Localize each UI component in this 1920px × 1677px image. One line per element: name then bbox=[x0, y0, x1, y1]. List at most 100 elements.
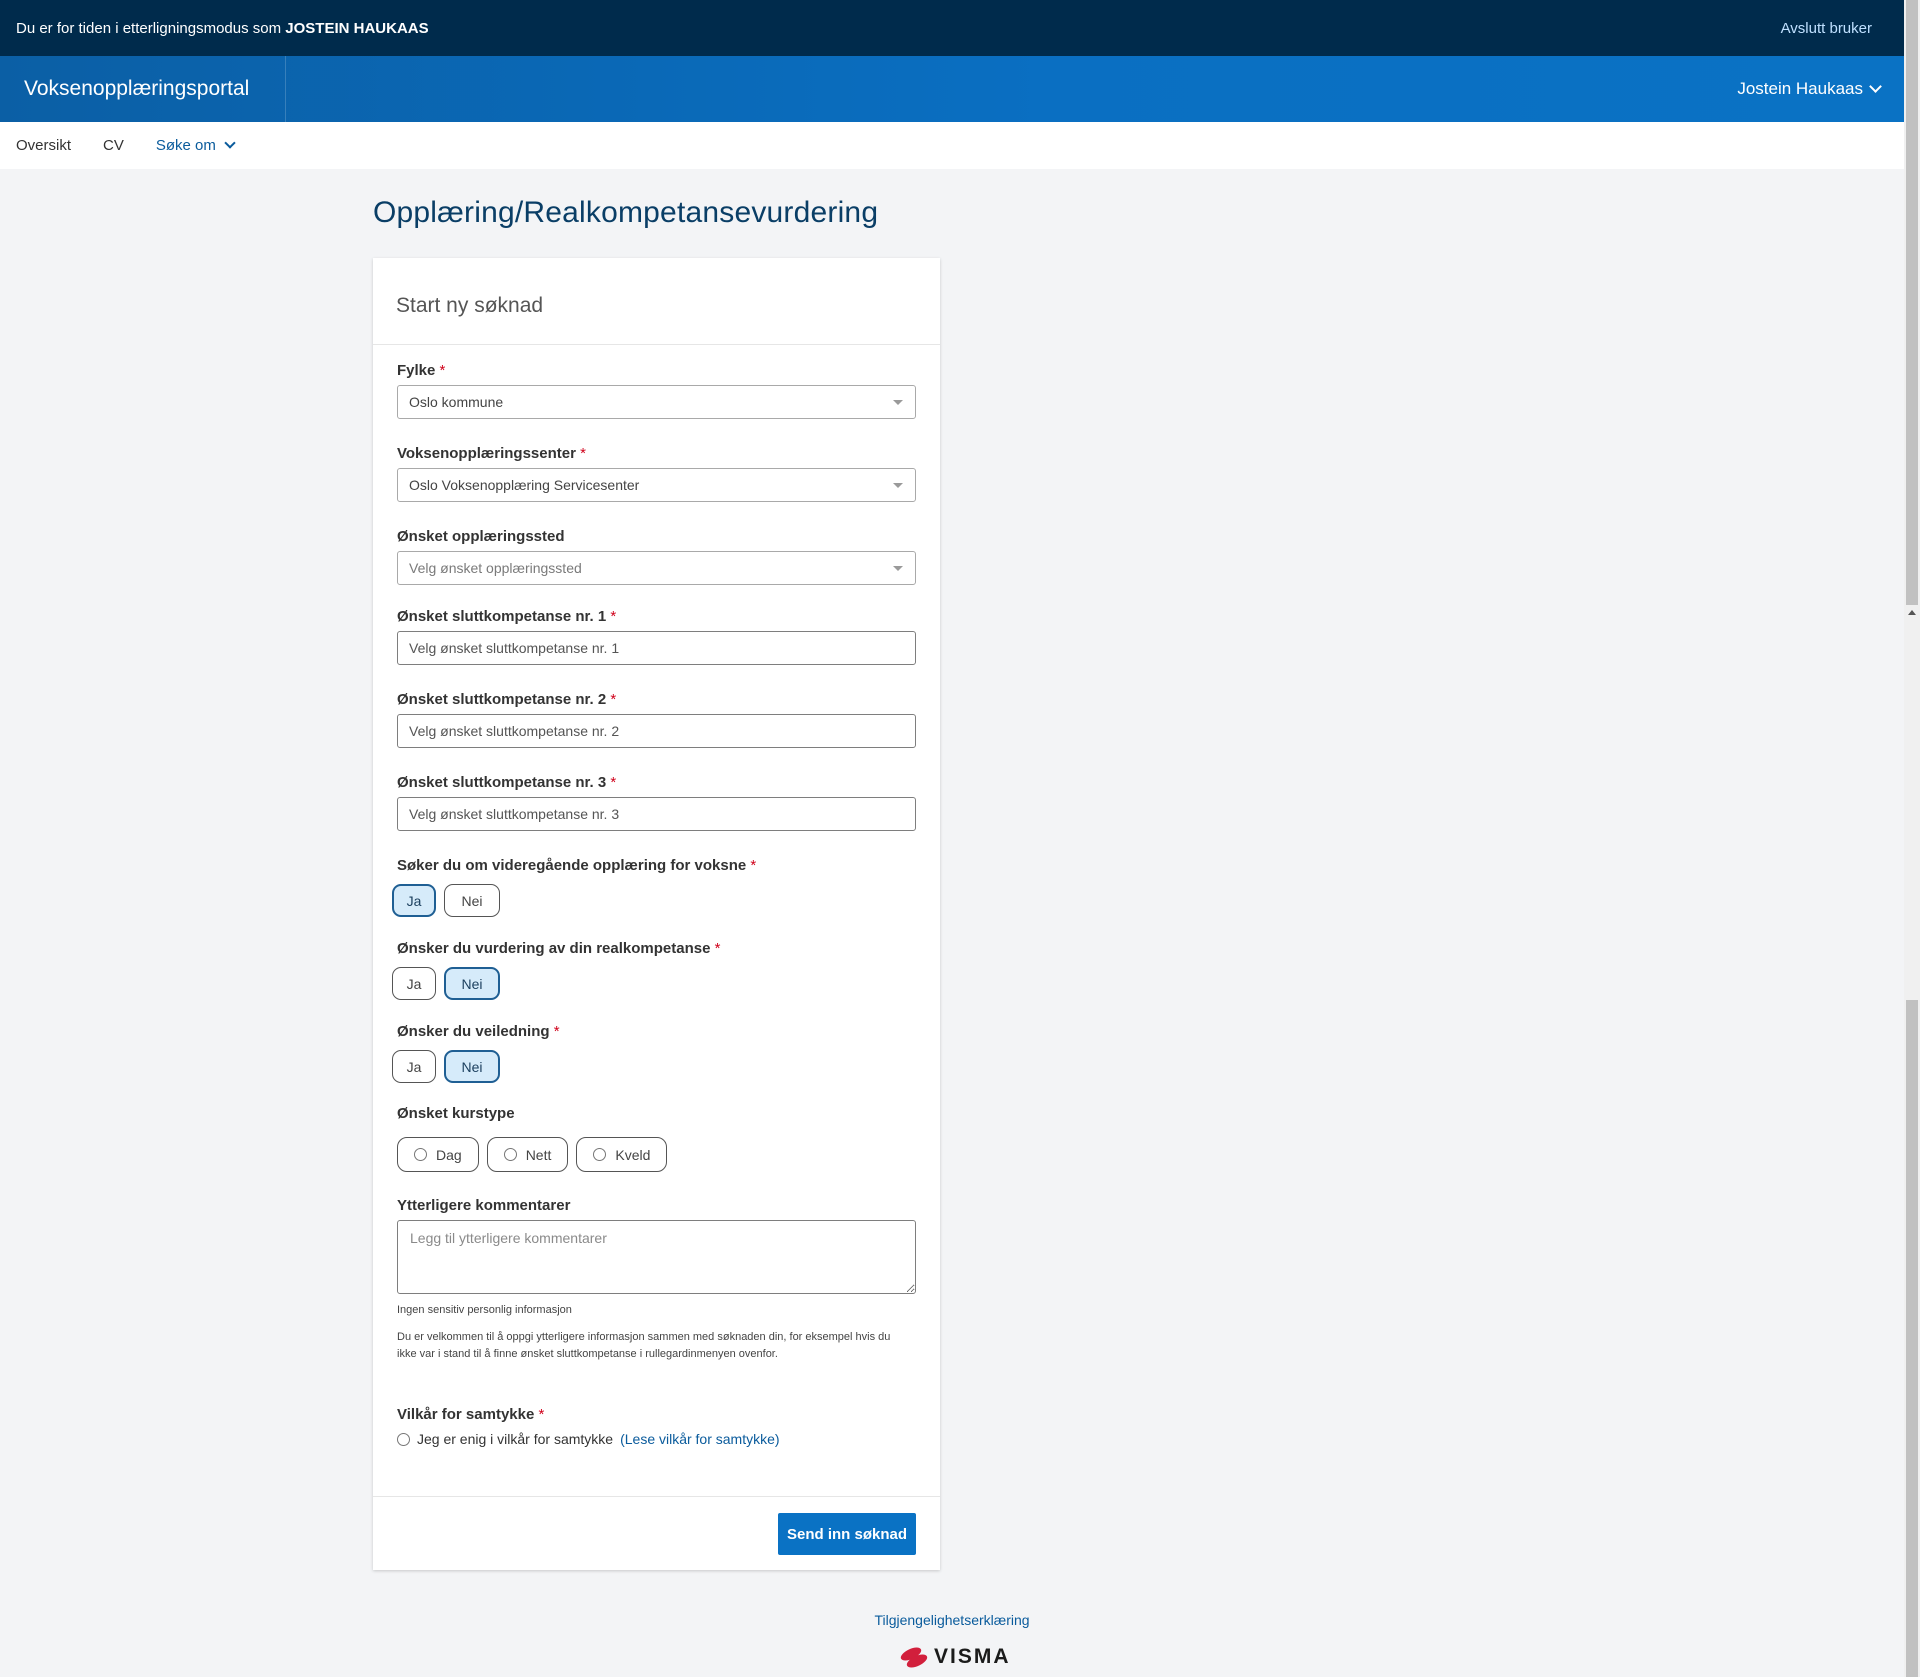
kompetanse3-label-text: Ønsket sluttkompetanse nr. 3 bbox=[397, 774, 607, 791]
brand-title[interactable]: Voksenopplæringsportal bbox=[0, 56, 287, 122]
kurstype-option-kveld-label: Kveld bbox=[615, 1146, 651, 1163]
required-marker: * bbox=[714, 940, 721, 957]
end-impersonation-link[interactable]: Avslutt bruker bbox=[1781, 20, 1888, 37]
veiledning-toggle-group: Ja Nei bbox=[392, 1050, 500, 1083]
checkbox-icon[interactable] bbox=[414, 1148, 427, 1161]
required-marker: * bbox=[750, 857, 757, 874]
sub-navigation: Oversikt CV Søke om bbox=[0, 122, 1904, 169]
checkbox-icon[interactable] bbox=[503, 1148, 517, 1161]
page-scrollbar[interactable] bbox=[1904, 0, 1920, 1677]
samtykke-label-text: Vilkår for samtykke bbox=[397, 1406, 535, 1423]
required-marker: * bbox=[553, 1023, 560, 1040]
dropdown-caret-icon bbox=[893, 483, 903, 488]
accessibility-statement-link[interactable]: Tilgjengelighetserklæring bbox=[0, 1612, 1904, 1628]
fylke-select[interactable]: Oslo kommune bbox=[397, 385, 916, 419]
user-menu[interactable]: Jostein Haukaas bbox=[1737, 79, 1904, 99]
kurstype-label: Ønsket kurstype bbox=[397, 1105, 515, 1122]
fylke-select-value: Oslo kommune bbox=[409, 394, 504, 410]
videregaende-no-button[interactable]: Nei bbox=[444, 884, 500, 917]
visma-logo: VISMA bbox=[898, 1644, 1011, 1671]
scroll-up-icon[interactable] bbox=[1908, 610, 1916, 615]
card-footer-divider bbox=[373, 1496, 940, 1497]
page-title: Opplæring/Realkompetansevurdering bbox=[373, 196, 879, 229]
chevron-down-icon bbox=[1869, 80, 1882, 93]
senter-label-text: Voksenopplæringssenter bbox=[397, 445, 576, 462]
kurstype-option-dag-label: Dag bbox=[436, 1146, 462, 1163]
kurstype-option-nett-label: Nett bbox=[525, 1146, 552, 1163]
kommentarer-textarea[interactable] bbox=[397, 1220, 916, 1294]
required-marker: * bbox=[580, 445, 586, 462]
impersonated-user-name: JOSTEIN HAUKAAS bbox=[285, 19, 429, 37]
kommentarer-info: Du er velkommen til å oppgi ytterligere … bbox=[397, 1331, 891, 1360]
dropdown-caret-icon bbox=[893, 566, 903, 571]
required-marker: * bbox=[610, 608, 617, 625]
nav-item-soke-om-label: Søke om bbox=[155, 137, 216, 154]
submit-application-button[interactable]: Send inn søknad bbox=[778, 1513, 916, 1555]
scrollbar-thumb[interactable] bbox=[1906, 0, 1918, 605]
sted-label-text: Ønsket opplæringssted bbox=[397, 528, 565, 545]
kurstype-option-nett[interactable]: Nett bbox=[486, 1137, 569, 1172]
samtykke-label: Vilkår for samtykke * bbox=[397, 1406, 544, 1423]
sted-select[interactable]: Velg ønsket opplæringssted bbox=[397, 551, 916, 585]
kompetanse2-input[interactable] bbox=[397, 714, 916, 748]
consent-terms-link[interactable]: (Lese vilkår for samtykke) bbox=[620, 1431, 779, 1447]
dropdown-caret-icon bbox=[893, 400, 903, 405]
videregaende-toggle-group: Ja Nei bbox=[392, 884, 500, 917]
kommentarer-label-text: Ytterligere kommentarer bbox=[397, 1197, 571, 1214]
kurstype-label-text: Ønsket kurstype bbox=[397, 1105, 515, 1122]
kompetanse2-label: Ønsket sluttkompetanse nr. 2 * bbox=[397, 691, 616, 708]
veiledning-label-text: Ønsker du veiledning bbox=[397, 1023, 550, 1040]
required-marker: * bbox=[610, 774, 617, 791]
realkompetanse-label-text: Ønsker du vurdering av din realkompetans… bbox=[397, 940, 711, 957]
kompetanse1-label-text: Ønsket sluttkompetanse nr. 1 bbox=[397, 608, 607, 625]
realkompetanse-label: Ønsker du vurdering av din realkompetans… bbox=[397, 940, 720, 957]
fylke-label-text: Fylke bbox=[397, 362, 436, 379]
kommentarer-hint: Ingen sensitiv personlig informasjon bbox=[397, 1304, 572, 1316]
user-name: Jostein Haukaas bbox=[1737, 79, 1863, 98]
impersonation-message-text: Du er for tiden i etterligningsmodus som bbox=[16, 19, 282, 37]
impersonation-message: Du er for tiden i etterligningsmodus som… bbox=[16, 20, 429, 37]
veiledning-no-button[interactable]: Nei bbox=[444, 1050, 500, 1083]
senter-select-value: Oslo Voksenopplæring Servicesenter bbox=[409, 477, 640, 493]
kurstype-options: Dag Nett Kveld bbox=[397, 1137, 668, 1172]
consent-row: Jeg er enig i vilkår for samtykke (Lese … bbox=[397, 1431, 780, 1447]
impersonation-banner: Du er for tiden i etterligningsmodus som… bbox=[0, 0, 1904, 56]
senter-label: Voksenopplæringssenter * bbox=[397, 445, 586, 462]
realkompetanse-yes-button[interactable]: Ja bbox=[392, 967, 436, 1000]
senter-select[interactable]: Oslo Voksenopplæring Servicesenter bbox=[397, 468, 916, 502]
checkbox-icon[interactable] bbox=[593, 1148, 607, 1161]
kurstype-option-kveld[interactable]: Kveld bbox=[576, 1137, 668, 1172]
kompetanse2-label-text: Ønsket sluttkompetanse nr. 2 bbox=[397, 691, 607, 708]
chevron-down-icon bbox=[224, 137, 236, 149]
kompetanse3-input[interactable] bbox=[397, 797, 916, 831]
required-marker: * bbox=[538, 1406, 545, 1423]
videregaende-yes-button[interactable]: Ja bbox=[392, 884, 436, 917]
app-header: Voksenopplæringsportal Jostein Haukaas bbox=[0, 56, 1904, 122]
kompetanse1-input[interactable] bbox=[397, 631, 916, 665]
kurstype-option-dag[interactable]: Dag bbox=[397, 1137, 479, 1172]
nav-item-soke-om[interactable]: Søke om bbox=[155, 137, 236, 154]
sted-label: Ønsket opplæringssted bbox=[397, 528, 565, 545]
kompetanse1-label: Ønsket sluttkompetanse nr. 1 * bbox=[397, 608, 616, 625]
visma-logo-mark-icon bbox=[898, 1644, 930, 1671]
realkompetanse-toggle-group: Ja Nei bbox=[392, 967, 500, 1000]
scrollbar-track-lower[interactable] bbox=[1906, 1000, 1918, 1677]
fylke-label: Fylke * bbox=[397, 362, 445, 379]
videregaende-label-text: Søker du om videregående opplæring for v… bbox=[397, 857, 747, 874]
nav-item-cv[interactable]: CV bbox=[103, 137, 124, 154]
visma-logo-text: VISMA bbox=[934, 1645, 1011, 1668]
kompetanse3-label: Ønsket sluttkompetanse nr. 3 * bbox=[397, 774, 616, 791]
card-title: Start ny søknad bbox=[373, 258, 940, 345]
veiledning-label: Ønsker du veiledning * bbox=[397, 1023, 560, 1040]
veiledning-yes-button[interactable]: Ja bbox=[392, 1050, 436, 1083]
videregaende-label: Søker du om videregående opplæring for v… bbox=[397, 857, 756, 874]
required-marker: * bbox=[439, 362, 446, 379]
application-form-card: Start ny søknad Fylke * Oslo kommune Vok… bbox=[373, 258, 940, 1570]
kommentarer-label: Ytterligere kommentarer bbox=[397, 1197, 570, 1214]
nav-item-oversikt[interactable]: Oversikt bbox=[16, 137, 71, 154]
realkompetanse-no-button[interactable]: Nei bbox=[444, 967, 500, 1000]
required-marker: * bbox=[610, 691, 617, 708]
consent-text[interactable]: Jeg er enig i vilkår for samtykke bbox=[417, 1431, 613, 1447]
consent-checkbox[interactable] bbox=[397, 1432, 410, 1446]
sted-select-placeholder: Velg ønsket opplæringssted bbox=[409, 560, 582, 576]
